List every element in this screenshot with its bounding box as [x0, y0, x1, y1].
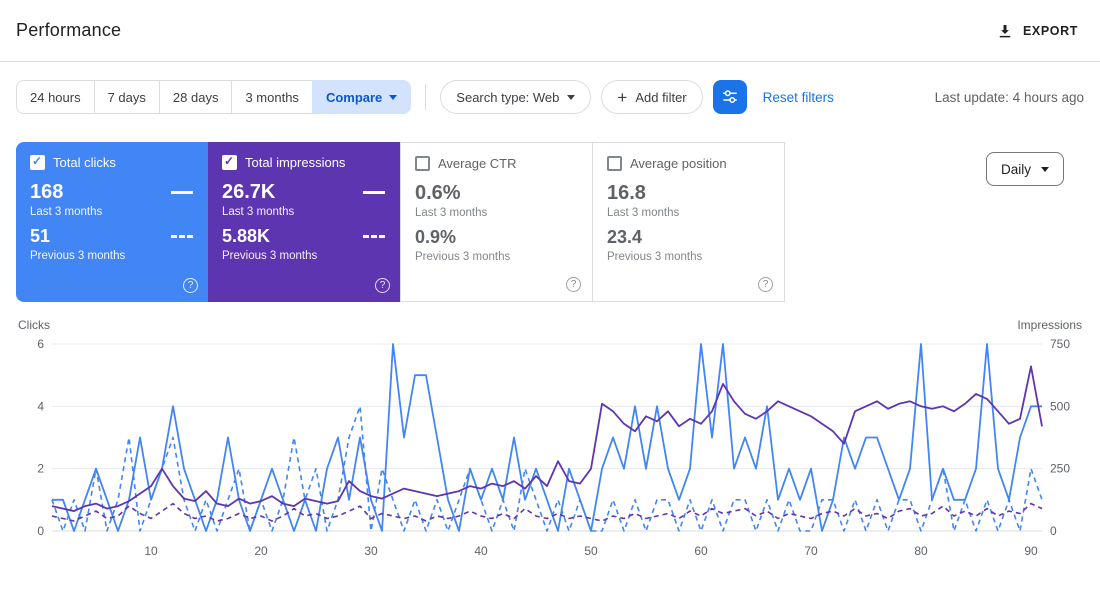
download-icon: [999, 24, 1011, 37]
search-type-dropdown[interactable]: Search type: Web: [440, 80, 592, 114]
date-tab-24-hours[interactable]: 24 hours: [16, 80, 95, 114]
page-header: Performance EXPORT: [0, 0, 1100, 62]
reset-filters-link[interactable]: Reset filters: [763, 90, 834, 105]
card-header: Average position: [607, 156, 770, 171]
card-label: Average position: [630, 156, 727, 171]
solid-line-indicator-icon: [171, 190, 193, 194]
secondary-value: 0.9%: [415, 227, 457, 247]
date-tab-3-months[interactable]: 3 months: [231, 80, 313, 114]
granularity-dropdown[interactable]: Daily: [985, 152, 1064, 186]
right-axis-title: Impressions: [1017, 318, 1082, 332]
svg-text:0: 0: [1050, 524, 1057, 538]
date-tab-label: Compare: [325, 89, 383, 105]
average-position-card[interactable]: Average position 16.8 Last 3 months 23.4…: [592, 142, 785, 302]
left-axis-title: Clicks: [18, 318, 50, 332]
export-button[interactable]: EXPORT: [992, 16, 1082, 46]
svg-text:90: 90: [1024, 544, 1038, 558]
secondary-caption: Previous 3 months: [30, 249, 126, 262]
secondary-value: 23.4: [607, 227, 643, 247]
svg-text:6: 6: [37, 337, 44, 351]
chevron-down-icon: [389, 94, 398, 100]
primary-caption: Last 3 months: [607, 207, 680, 219]
svg-text:10: 10: [144, 544, 158, 558]
svg-text:50: 50: [584, 544, 598, 558]
card-header: Total clicks: [30, 154, 195, 170]
svg-text:20: 20: [254, 544, 268, 558]
svg-text:2: 2: [37, 462, 44, 476]
tune-icon: [722, 90, 737, 103]
svg-text:500: 500: [1050, 399, 1070, 413]
chart-axis-titles: Clicks Impressions: [16, 318, 1084, 336]
last-update-text: Last update: 4 hours ago: [934, 89, 1084, 105]
date-tab-label: 7 days: [107, 89, 146, 105]
primary-caption: Last 3 months: [415, 207, 488, 219]
filter-settings-button[interactable]: [712, 80, 747, 114]
card-label: Total impressions: [245, 155, 346, 170]
card-header: Average CTR: [415, 156, 578, 171]
average-ctr-card[interactable]: Average CTR 0.6% Last 3 months 0.9% Prev…: [400, 142, 593, 302]
svg-text:40: 40: [474, 544, 488, 558]
svg-text:30: 30: [364, 544, 378, 558]
card-label: Total clicks: [53, 155, 116, 170]
date-tab-label: 28 days: [172, 89, 219, 105]
svg-text:0: 0: [37, 524, 44, 538]
primary-caption: Last 3 months: [30, 206, 103, 218]
total-clicks-card[interactable]: Total clicks 168 Last 3 months 51 Previo…: [16, 142, 209, 302]
primary-value: 26.7K: [222, 181, 276, 203]
dashed-line-indicator-icon: [363, 235, 385, 239]
filter-bar: 24 hours 7 days 28 days 3 months Compare…: [0, 62, 1100, 128]
primary-value: 168: [30, 181, 64, 203]
svg-text:4: 4: [37, 399, 44, 413]
metric-cards-row: Total clicks 168 Last 3 months 51 Previo…: [16, 142, 1084, 302]
secondary-caption: Previous 3 months: [222, 249, 318, 262]
primary-value: 0.6%: [415, 182, 461, 204]
svg-text:80: 80: [914, 544, 928, 558]
chevron-down-icon: [1041, 166, 1049, 172]
export-label: EXPORT: [1023, 23, 1078, 38]
average-position-checkbox[interactable]: [607, 156, 622, 171]
performance-chart[interactable]: 0246025050075010 20 30 40 50 60 70 80 90: [16, 336, 1084, 568]
secondary-caption: Previous 3 months: [415, 250, 511, 263]
svg-text:60: 60: [694, 544, 708, 558]
performance-chart-section: Clicks Impressions 0 2 4 6 0 250 500 750 10 20 30 4…: [16, 318, 1084, 568]
search-type-label: Search type: Web: [456, 89, 560, 105]
date-range-tabs: 24 hours 7 days 28 days 3 months Compare: [16, 80, 412, 114]
date-tab-7-days[interactable]: 7 days: [93, 80, 160, 114]
solid-line-indicator-icon: [363, 190, 385, 194]
add-filter-button[interactable]: Add filter: [601, 80, 703, 114]
help-icon[interactable]: ?: [375, 278, 390, 293]
svg-text:70: 70: [804, 544, 818, 558]
secondary-caption: Previous 3 months: [607, 250, 703, 263]
svg-text:250: 250: [1050, 462, 1070, 476]
page-title: Performance: [16, 20, 122, 40]
filter-divider: [425, 84, 427, 110]
primary-caption: Last 3 months: [222, 206, 295, 218]
date-tab-label: 24 hours: [30, 89, 81, 105]
chevron-down-icon: [567, 94, 576, 100]
secondary-value: 51: [30, 226, 51, 246]
date-tab-compare[interactable]: Compare: [311, 80, 412, 114]
add-filter-label: Add filter: [635, 89, 687, 105]
help-icon[interactable]: ?: [566, 277, 581, 292]
card-header: Total impressions: [222, 154, 387, 170]
average-ctr-checkbox[interactable]: [415, 156, 430, 171]
date-tab-28-days[interactable]: 28 days: [158, 80, 233, 114]
dashed-line-indicator-icon: [171, 235, 193, 239]
date-tab-label: 3 months: [245, 89, 299, 105]
help-icon[interactable]: ?: [758, 277, 773, 292]
plus-icon: [617, 89, 627, 106]
svg-text:750: 750: [1050, 337, 1070, 351]
granularity-label: Daily: [1000, 161, 1031, 177]
help-icon[interactable]: ?: [183, 278, 198, 293]
total-impressions-card[interactable]: Total impressions 26.7K Last 3 months 5.…: [208, 142, 401, 302]
card-label: Average CTR: [438, 156, 517, 171]
total-impressions-checkbox[interactable]: [222, 154, 237, 170]
secondary-value: 5.88K: [222, 226, 271, 246]
primary-value: 16.8: [607, 182, 646, 204]
total-clicks-checkbox[interactable]: [30, 154, 45, 170]
